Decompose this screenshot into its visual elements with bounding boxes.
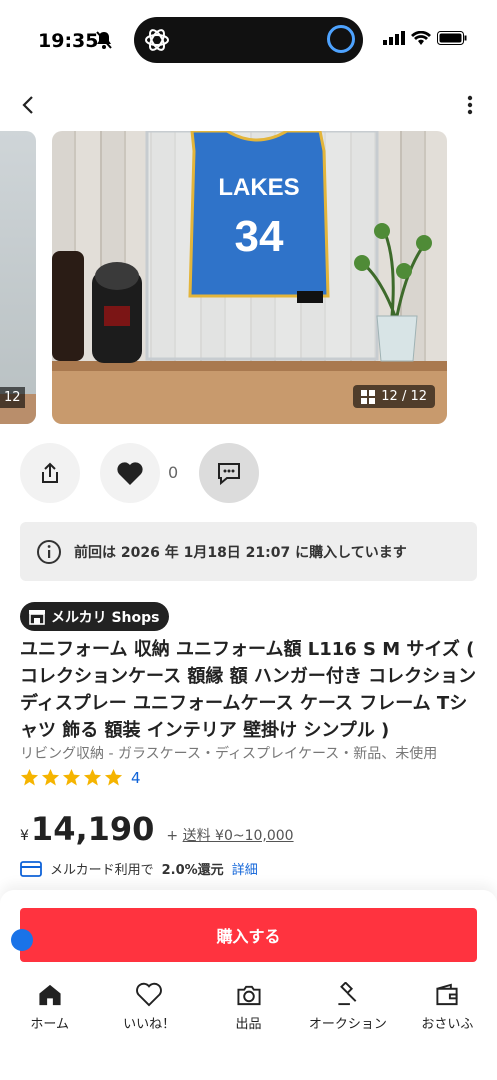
product-photo-illustration: LAKES 34 [52, 131, 447, 424]
comment-button[interactable] [199, 443, 259, 503]
gavel-icon [338, 982, 357, 1006]
signal-icon [383, 31, 405, 45]
credit-card-icon [20, 860, 42, 877]
back-arrow-icon[interactable] [16, 92, 42, 118]
tab-sell[interactable]: 出品 [199, 982, 298, 1032]
tab-home-label: ホーム [30, 1017, 70, 1032]
shipping-prefix: + [166, 828, 179, 844]
battery-icon [437, 31, 467, 45]
rating[interactable]: 4 [20, 768, 141, 787]
mercari-shops-badge: メルカリ Shops [20, 602, 170, 631]
tab-likes[interactable]: いいね！ [99, 982, 198, 1032]
comment-icon [218, 463, 240, 486]
status-bar: 19:35 [0, 0, 497, 80]
star-icon [104, 768, 123, 786]
heart-icon [117, 462, 143, 485]
like-button[interactable] [100, 443, 160, 503]
tab-auction-label: オークション [308, 1017, 387, 1032]
photo-counter-text: 12 / 12 [381, 389, 427, 404]
star-icon [20, 768, 39, 786]
price: 14,190 [30, 810, 155, 848]
mercard-rate: 2.0%還元 [161, 863, 224, 878]
status-icons [383, 31, 467, 45]
chatgpt-logo-icon [145, 29, 169, 51]
buy-button[interactable]: 購入する [20, 908, 477, 962]
product-title: ユニフォーム 収納 ユニフォーム額 L116 S M サイズ ( コレクションケ… [20, 639, 477, 741]
shops-badge-label: メルカリ Shops [51, 609, 160, 626]
currency-symbol: ¥ [20, 828, 29, 844]
activity-ring-icon [327, 25, 355, 53]
star-icon [41, 768, 60, 786]
tab-bar: ホーム いいね！ 出品 オークション おさいふ [0, 982, 497, 1032]
tab-wallet-label: おさいふ [421, 1017, 474, 1032]
grid-icon [361, 389, 376, 404]
bell-muted-icon [96, 31, 112, 49]
shipping-label[interactable]: 送料 ¥0~10,000 [183, 828, 294, 844]
assistive-touch-dot[interactable] [11, 929, 33, 951]
mercard-detail-link[interactable]: 詳細 [232, 859, 258, 878]
notice-text: 前回は 2026 年 1月18日 21:07 に購入しています [74, 544, 407, 561]
previous-photo[interactable]: 12 [0, 131, 36, 424]
mercard-text: メルカード利用で [50, 863, 154, 878]
jersey-number-text: 34 [235, 212, 284, 261]
star-icon [83, 768, 102, 786]
shop-icon [29, 609, 45, 625]
camera-icon [236, 985, 261, 1006]
status-time: 19:35 [38, 30, 99, 52]
dynamic-island [134, 17, 363, 63]
share-button[interactable] [20, 443, 80, 503]
tab-sell-label: 出品 [235, 1017, 262, 1032]
heart-outline-icon [136, 982, 163, 1007]
more-options-icon[interactable] [463, 92, 477, 118]
wifi-icon [411, 31, 431, 45]
previous-photo-counter: 12 [0, 387, 25, 408]
price-row: ¥ 14,190 + 送料 ¥0~10,000 [20, 810, 294, 848]
like-count: 0 [168, 463, 179, 482]
mercard-promo: メルカード利用で 2.0%還元 詳細 [20, 859, 258, 878]
jersey-team-text: LAKES [218, 174, 299, 201]
tab-auction[interactable]: オークション [298, 982, 397, 1032]
shipping-fee[interactable]: + 送料 ¥0~10,000 [166, 825, 293, 845]
wallet-icon [436, 983, 458, 1006]
review-count[interactable]: 4 [131, 769, 141, 787]
tab-wallet[interactable]: おさいふ [398, 982, 497, 1032]
tab-home[interactable]: ホーム [0, 982, 99, 1032]
star-icon [62, 768, 81, 786]
home-icon [39, 984, 61, 1006]
product-category[interactable]: リビング収納 - ガラスケース・ディスプレイケース・新品、未使用 [20, 743, 437, 763]
photo-counter: 12 / 12 [353, 385, 435, 408]
tab-likes-label: いいね！ [123, 1017, 176, 1032]
share-icon [42, 462, 58, 483]
purchase-history-notice: 前回は 2026 年 1月18日 21:07 に購入しています [20, 522, 477, 581]
info-icon [37, 539, 61, 564]
product-photo[interactable]: LAKES 34 12 / 12 [52, 131, 447, 424]
action-row: 0 [20, 443, 480, 503]
image-gallery[interactable]: 12 LAKES 34 12 / 12 [0, 131, 497, 424]
